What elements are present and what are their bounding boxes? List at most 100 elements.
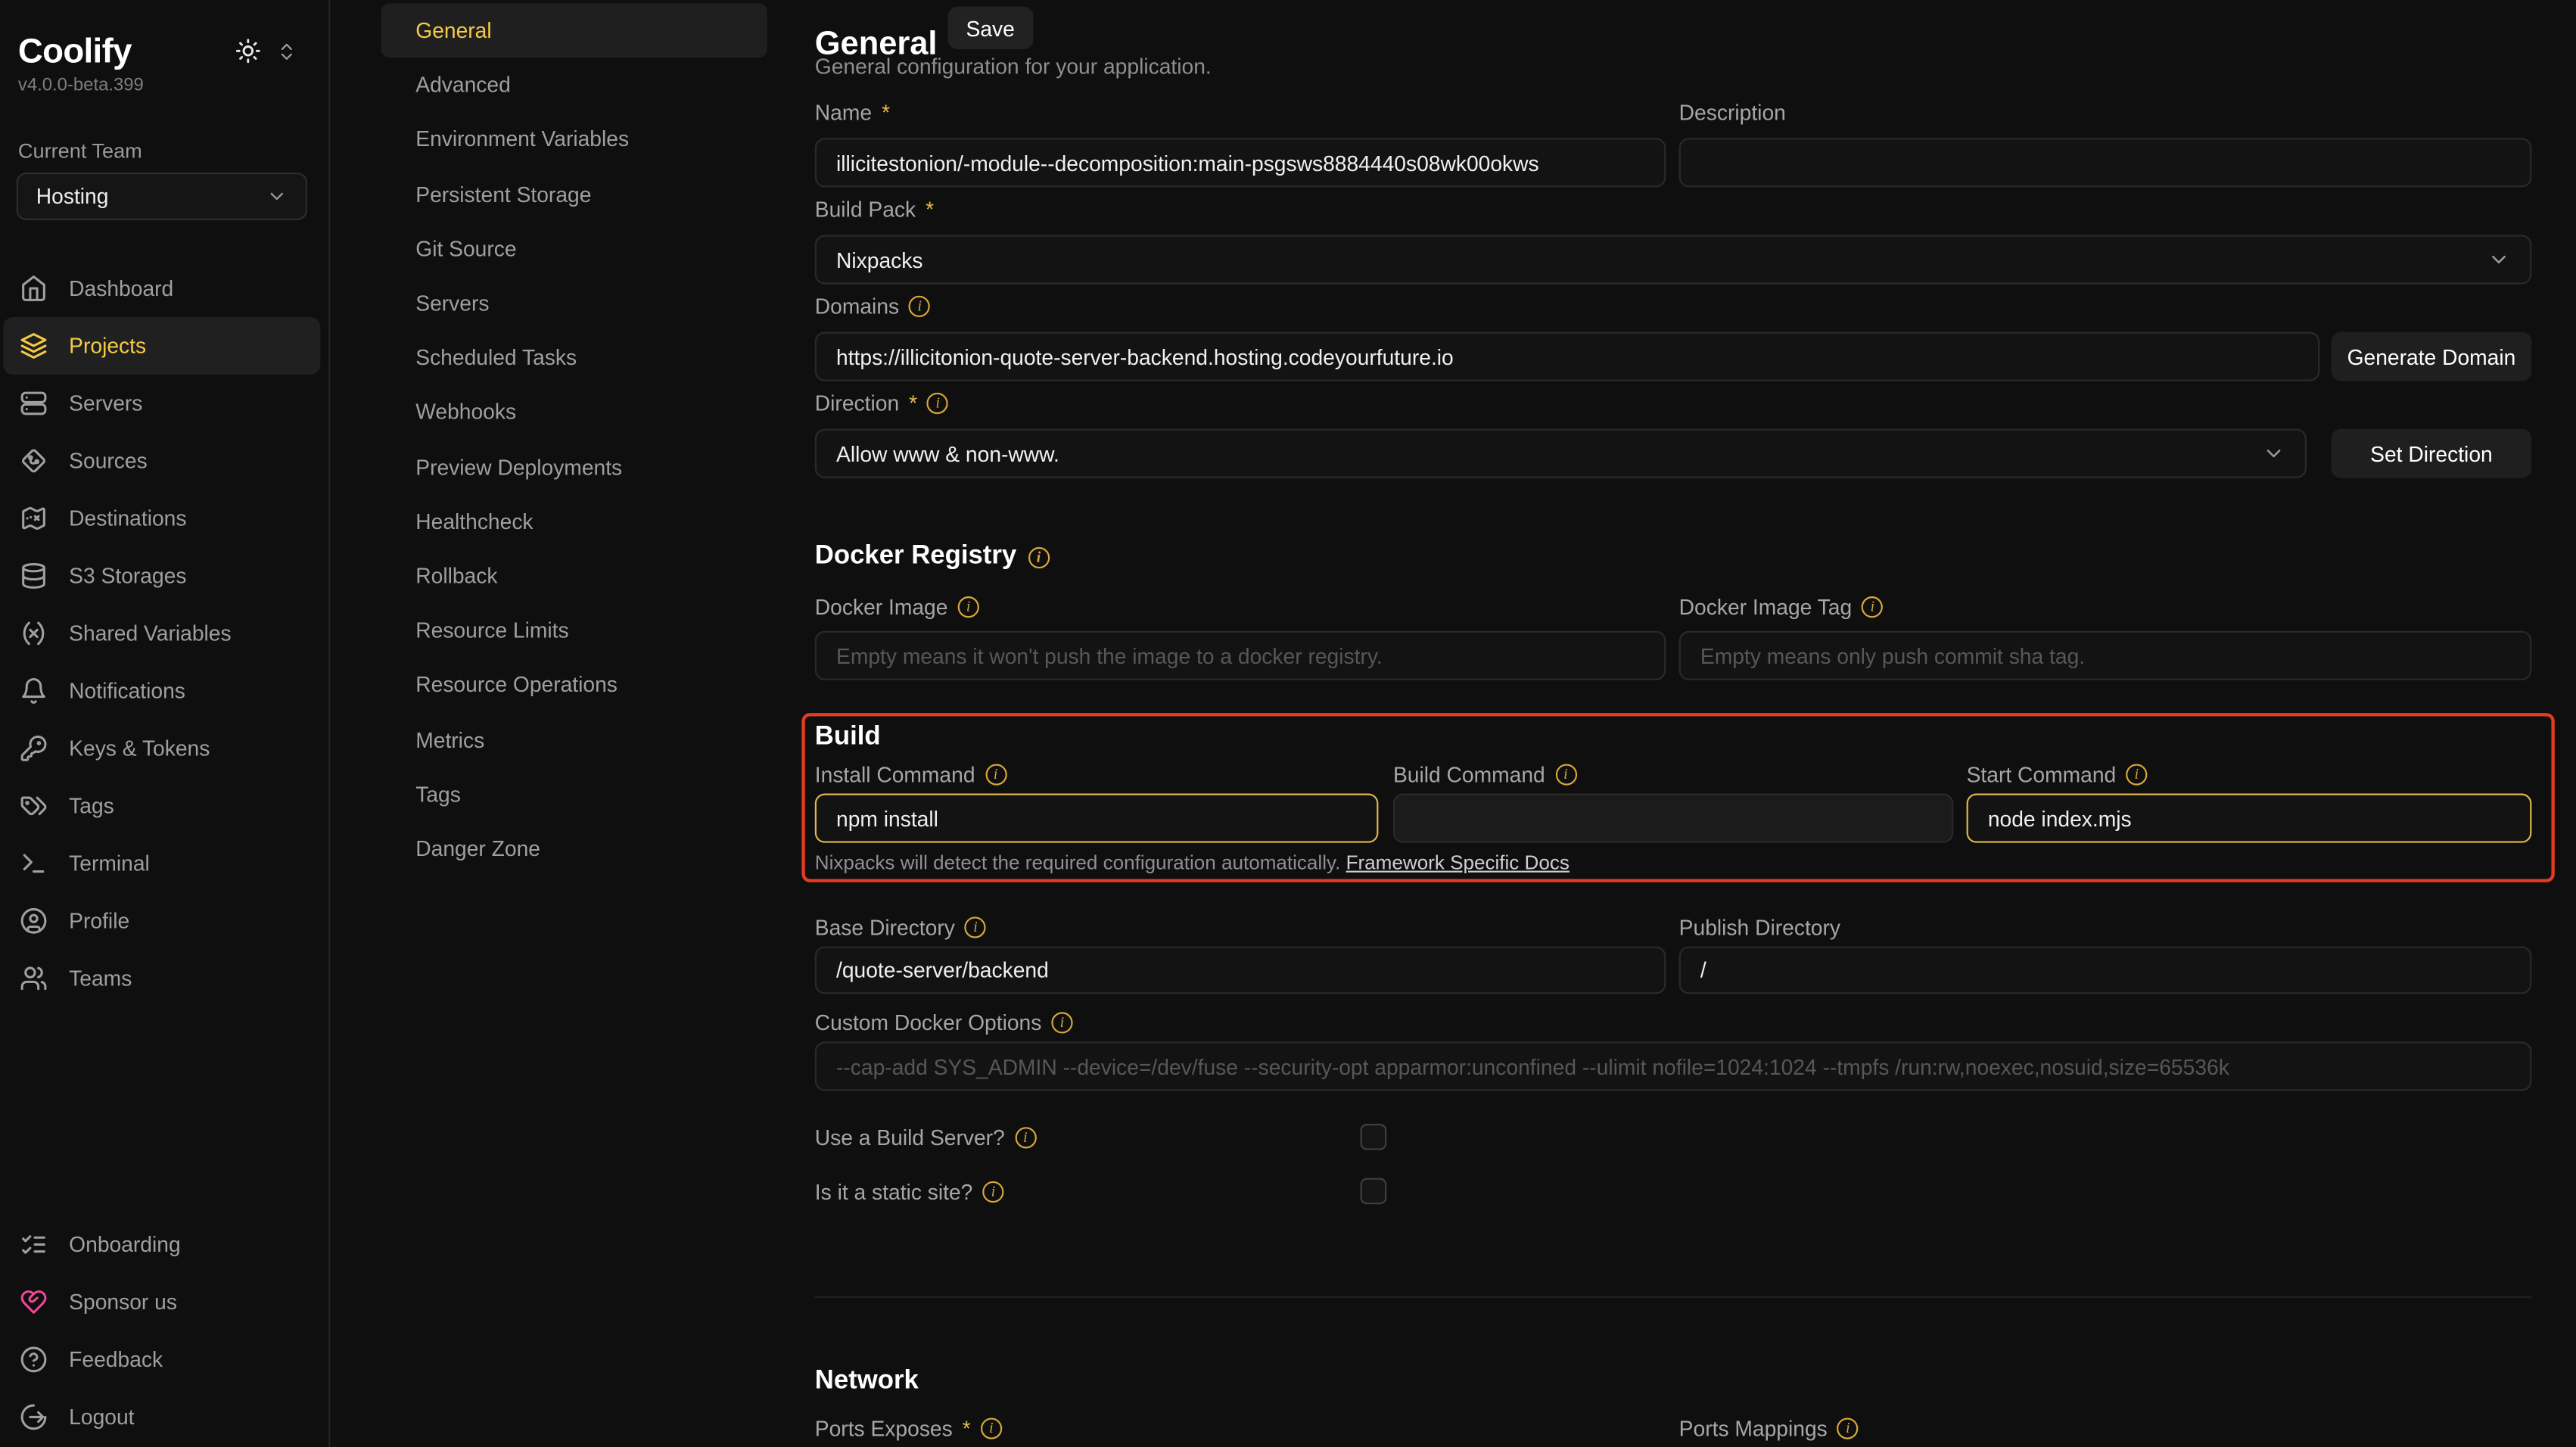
sidebar-item-label: Destinations (69, 506, 186, 531)
docker-registry-heading: Docker Registryi (815, 542, 1050, 571)
help-circle-icon (20, 1346, 48, 1374)
subnav-item-danger-zone[interactable]: Danger Zone (381, 821, 767, 876)
subnav-item-healthcheck[interactable]: Healthcheck (381, 494, 767, 549)
info-icon[interactable]: i (1862, 596, 1883, 617)
subnav-item-advanced[interactable]: Advanced (381, 58, 767, 112)
install-command-input[interactable] (815, 794, 1379, 843)
publish-directory-input[interactable] (1679, 946, 2532, 994)
info-icon[interactable]: i (2126, 763, 2147, 784)
name-input[interactable] (815, 138, 1666, 187)
subnav-item-tags[interactable]: Tags (381, 767, 767, 821)
info-icon[interactable]: i (957, 596, 978, 617)
sidebar-item-label: Shared Variables (69, 621, 231, 646)
sidebar-item-projects[interactable]: Projects (3, 317, 320, 375)
subnav-item-scheduled-tasks[interactable]: Scheduled Tasks (381, 331, 767, 385)
info-icon[interactable]: i (982, 1181, 1003, 1202)
sidebar-item-destinations[interactable]: Destinations (0, 490, 330, 547)
sidebar-item-shared-variables[interactable]: Shared Variables (0, 605, 330, 662)
docker-image-tag-label: Docker Image Tagi (1679, 593, 1884, 620)
name-label: Name* (815, 98, 890, 125)
server-icon (20, 390, 48, 418)
sidebar-item-logout[interactable]: Logout (0, 1388, 330, 1445)
sidebar-item-teams[interactable]: Teams (0, 950, 330, 1007)
custom-docker-options-input[interactable] (815, 1041, 2532, 1091)
current-team-label: Current Team (18, 140, 142, 163)
app-version: v4.0.0-beta.399 (18, 76, 144, 95)
chevrons-up-down-icon[interactable] (276, 41, 297, 62)
base-directory-input[interactable] (815, 946, 1666, 994)
subnav-item-persistent-storage[interactable]: Persistent Storage (381, 166, 767, 221)
subnav-item-general[interactable]: General (381, 3, 767, 58)
subnav-item-webhooks[interactable]: Webhooks (381, 385, 767, 440)
static-site-label: Is it a static site?i (815, 1178, 1004, 1205)
use-build-server-checkbox[interactable] (1361, 1124, 1387, 1150)
info-icon[interactable]: i (927, 392, 948, 413)
info-icon[interactable]: i (909, 295, 930, 316)
subnav-item-resource-limits[interactable]: Resource Limits (381, 603, 767, 658)
sidebar-item-tags[interactable]: Tags (0, 777, 330, 835)
subnav-item-preview-deployments[interactable]: Preview Deployments (381, 440, 767, 494)
custom-docker-options-label: Custom Docker Optionsi (815, 1009, 1073, 1035)
install-command-label: Install Commandi (815, 761, 1006, 787)
build-command-input[interactable] (1393, 794, 1953, 843)
logout-icon (20, 1403, 48, 1431)
docker-image-tag-input[interactable] (1679, 631, 2532, 680)
git-source-icon (20, 447, 48, 475)
required-mark: * (882, 99, 890, 124)
sidebar-item-label: Feedback (69, 1347, 163, 1372)
team-select[interactable]: Hosting (17, 173, 307, 220)
info-icon[interactable]: i (965, 916, 986, 937)
sidebar-item-onboarding[interactable]: Onboarding (0, 1215, 330, 1273)
sidebar-item-label: Profile (69, 909, 129, 934)
docker-image-input[interactable] (815, 631, 1666, 680)
framework-docs-link[interactable]: Framework Specific Docs (1346, 851, 1570, 874)
domains-input[interactable] (815, 332, 2320, 381)
sidebar-item-sources[interactable]: Sources (0, 432, 330, 490)
set-direction-button[interactable]: Set Direction (2332, 429, 2532, 478)
static-site-checkbox[interactable] (1361, 1178, 1387, 1205)
chevron-down-icon (266, 185, 288, 207)
direction-select[interactable]: Allow www & non-www. (815, 429, 2307, 478)
info-icon[interactable]: i (1028, 546, 1049, 568)
sidebar-item-profile[interactable]: Profile (0, 892, 330, 950)
subnav-item-environment-variables[interactable]: Environment Variables (381, 112, 767, 166)
subnav-item-rollback[interactable]: Rollback (381, 549, 767, 603)
sidebar-item-servers[interactable]: Servers (0, 375, 330, 432)
sidebar-item-s3-storages[interactable]: S3 Storages (0, 547, 330, 605)
settings-subnav: General Advanced Environment Variables P… (381, 3, 767, 876)
sidebar-item-dashboard[interactable]: Dashboard (0, 260, 330, 317)
build-pack-select[interactable]: Nixpacks (815, 235, 2532, 284)
info-icon[interactable]: i (1837, 1417, 1859, 1438)
subnav-item-metrics[interactable]: Metrics (381, 712, 767, 767)
sidebar-item-feedback[interactable]: Feedback (0, 1330, 330, 1388)
sidebar: Coolify v4.0.0-beta.399 Current Team Hos… (0, 0, 330, 1447)
info-icon[interactable]: i (981, 1417, 1002, 1438)
subnav-item-git-source[interactable]: Git Source (381, 222, 767, 276)
required-mark: * (963, 1415, 971, 1440)
info-icon[interactable]: i (1555, 763, 1576, 784)
build-helper-text: Nixpacks will detect the required config… (815, 851, 1570, 874)
info-icon[interactable]: i (1015, 1126, 1036, 1147)
docker-image-label: Docker Imagei (815, 593, 979, 620)
sidebar-item-sponsor-us[interactable]: Sponsor us (0, 1273, 330, 1330)
ports-mappings-label: Ports Mappingsi (1679, 1414, 1859, 1441)
sidebar-item-keys-tokens[interactable]: Keys & Tokens (0, 720, 330, 777)
variable-icon (20, 619, 48, 647)
start-command-input[interactable] (1967, 794, 2532, 843)
description-input[interactable] (1679, 138, 2532, 187)
domains-label: Domainsi (815, 292, 931, 319)
save-button[interactable]: Save (948, 7, 1033, 49)
sidebar-item-terminal[interactable]: Terminal (0, 835, 330, 892)
sun-icon[interactable] (235, 38, 261, 64)
start-command-label: Start Commandi (1967, 761, 2148, 787)
generate-domain-button[interactable]: Generate Domain (2332, 332, 2532, 381)
sidebar-item-label: Tags (69, 794, 114, 819)
subnav-item-resource-operations[interactable]: Resource Operations (381, 658, 767, 712)
info-icon[interactable]: i (985, 763, 1006, 784)
sidebar-item-notifications[interactable]: Notifications (0, 662, 330, 720)
sidebar-item-label: Terminal (69, 851, 150, 876)
info-icon[interactable]: i (1051, 1011, 1072, 1032)
app-logo[interactable]: Coolify (18, 33, 132, 72)
subnav-item-servers[interactable]: Servers (381, 276, 767, 331)
direction-value: Allow www & non-www. (836, 441, 1059, 466)
